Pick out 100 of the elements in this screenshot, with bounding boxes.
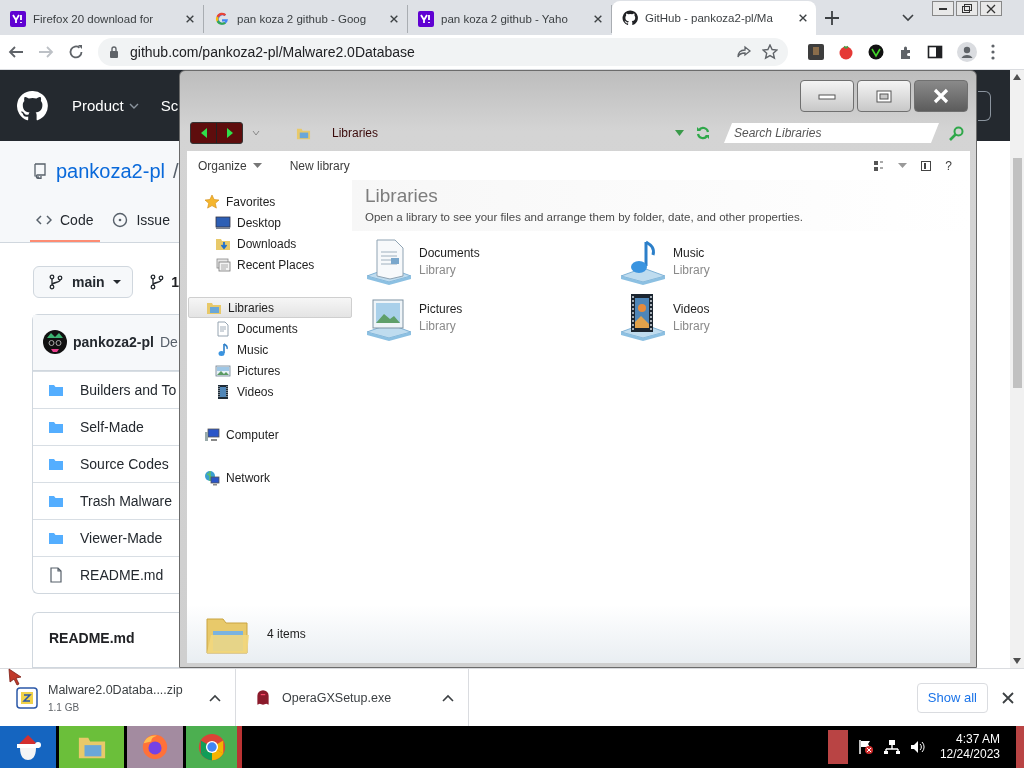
header-button[interactable] (978, 90, 991, 121)
file-link[interactable]: Source Codes (80, 455, 169, 472)
yahoo-favicon-icon (10, 11, 26, 27)
document-library-icon (365, 236, 413, 286)
network-icon[interactable] (883, 739, 900, 755)
close-button[interactable] (914, 80, 968, 112)
file-link[interactable]: Self-Made (80, 418, 144, 435)
download-name[interactable]: OperaGXSetup.exe (282, 690, 442, 705)
caret-icon (252, 163, 262, 168)
scroll-up-icon[interactable] (1013, 74, 1021, 80)
help-button[interactable]: ? (945, 158, 952, 173)
minimize-button[interactable] (932, 1, 954, 16)
github-logo-icon[interactable] (16, 89, 48, 122)
scrollbar-thumb[interactable] (1012, 158, 1022, 388)
show-all-button[interactable]: Show all (916, 682, 988, 713)
close-icon (933, 88, 949, 104)
item-count: 4 items (267, 627, 306, 641)
caret-icon[interactable] (209, 693, 221, 702)
video-library-icon (619, 292, 667, 342)
puzzle-icon[interactable] (898, 44, 913, 60)
browser-tab[interactable]: Firefox 20 download for (0, 5, 204, 33)
close-icon[interactable] (389, 14, 399, 24)
nav-item[interactable]: Downloads (187, 233, 352, 254)
commit-author[interactable]: pankoza2-pl (73, 334, 154, 351)
caret-icon[interactable] (902, 14, 914, 22)
toolbar-button[interactable]: New library (289, 158, 350, 173)
file-link[interactable]: Trash Malware (80, 492, 173, 509)
menu-icon[interactable] (991, 44, 995, 60)
volume-icon[interactable] (909, 739, 926, 755)
nav-item[interactable]: Libraries (188, 297, 352, 318)
scroll-down-icon[interactable] (1013, 658, 1021, 664)
nav-item[interactable]: Documents (187, 318, 352, 339)
nav-item[interactable]: Videos (187, 381, 352, 402)
nav-link[interactable]: Sc (160, 97, 179, 115)
browser-tab[interactable]: GitHub - pankoza2-pl/Ma (612, 1, 816, 35)
page-heading: Libraries (365, 185, 439, 207)
picture-icon (215, 362, 231, 379)
file-link[interactable]: Builders and To (80, 381, 177, 398)
extension-icon[interactable] (868, 44, 884, 60)
library-item[interactable]: Music Library (619, 237, 873, 285)
reload-icon[interactable] (68, 44, 84, 60)
nav-item[interactable]: Desktop (187, 212, 352, 233)
file-link[interactable]: README.md (80, 566, 164, 583)
browser-tab[interactable]: pan koza 2 github - Goog (204, 5, 408, 33)
browser-tab[interactable]: pan koza 2 github - Yaho (408, 5, 612, 33)
library-item[interactable]: Documents Library (365, 237, 619, 285)
flag-icon[interactable] (857, 739, 874, 755)
commit-message[interactable]: De (159, 334, 178, 351)
preview-pane-icon[interactable] (921, 160, 932, 171)
organize-menu[interactable]: Organize (198, 158, 262, 173)
clock-time[interactable]: 4:37 AM (955, 732, 1000, 747)
repo-tab[interactable]: Issue (106, 201, 177, 242)
taskbar-app[interactable] (186, 726, 242, 768)
tray-button[interactable] (827, 730, 848, 764)
nav-item[interactable]: Favorites (187, 191, 352, 212)
sidebar-icon[interactable] (927, 44, 943, 60)
maximize-button[interactable] (857, 80, 911, 112)
close-icon[interactable] (593, 14, 603, 24)
clock-date[interactable]: 12/24/2023 (939, 747, 1000, 762)
caret-icon (112, 279, 121, 284)
tomato-icon[interactable] (838, 44, 854, 60)
close-icon[interactable] (185, 14, 195, 24)
branches-link[interactable]: 1 (149, 273, 179, 290)
nav-item[interactable]: Music (187, 339, 352, 360)
back-icon[interactable] (8, 44, 24, 60)
share-icon[interactable] (736, 45, 752, 59)
branch-button[interactable]: main (33, 265, 134, 298)
film-strip-icon (215, 383, 231, 400)
nav-item[interactable]: Pictures (187, 360, 352, 381)
profile-icon[interactable] (957, 42, 977, 62)
avatar-icon[interactable] (43, 330, 67, 355)
description-text: Open a library to see your files and arrange them by folder, date, and other properties. (365, 211, 804, 223)
chrome-icon (196, 732, 227, 762)
google-favicon-icon (214, 11, 230, 27)
start-button[interactable] (0, 726, 56, 768)
nav-item[interactable]: Computer (187, 424, 352, 445)
scrollbar[interactable] (1010, 70, 1024, 668)
new-tab-icon[interactable] (824, 10, 840, 26)
address-field[interactable]: github.com/pankoza2-pl/Malware2.0Database (98, 38, 788, 66)
close-icon[interactable] (1002, 691, 1014, 704)
circle-dot-icon (112, 212, 129, 229)
nav-item[interactable]: Network (187, 467, 352, 488)
search-field[interactable]: Search Libraries (724, 123, 939, 143)
download-name[interactable]: Malware2.0Databa....zip (48, 682, 209, 697)
owner-link[interactable]: pankoza2-pl (56, 159, 165, 183)
caret-icon[interactable] (442, 693, 454, 702)
nav-item[interactable]: Recent Places (187, 254, 352, 275)
library-item[interactable]: Pictures Library (365, 293, 619, 341)
close-button[interactable] (980, 1, 1002, 16)
file-link[interactable]: Viewer-Made (80, 529, 163, 546)
library-item[interactable]: Videos Library (619, 293, 873, 341)
breadcrumb-item[interactable]: Libraries (332, 126, 379, 140)
restore-button[interactable] (956, 1, 978, 16)
nav-link[interactable]: Product (72, 97, 139, 115)
close-icon[interactable] (798, 13, 808, 23)
star-icon (204, 193, 220, 210)
star-icon[interactable] (762, 44, 778, 60)
repo-tab[interactable]: Code (30, 201, 101, 242)
view-icon[interactable] (874, 160, 885, 171)
minimize-button[interactable] (800, 80, 854, 112)
